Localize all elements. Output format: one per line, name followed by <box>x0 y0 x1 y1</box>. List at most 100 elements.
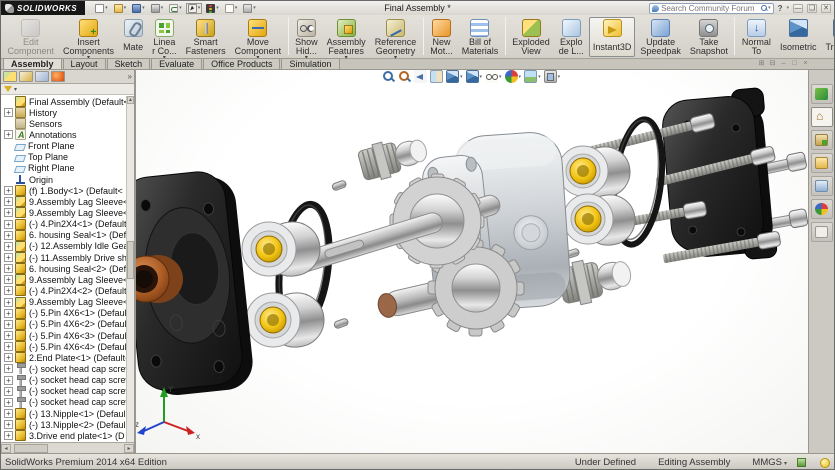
community-search[interactable]: ▾ <box>649 3 774 14</box>
home-button[interactable] <box>811 107 833 127</box>
dropdown-caret-icon[interactable]: ▾ <box>142 5 145 11</box>
help-caret-icon[interactable]: ▾ <box>786 5 789 11</box>
tree-horizontal-scrollbar[interactable]: ◂ ▸ <box>1 442 134 453</box>
move-component-button[interactable]: MoveComponent▾ <box>231 17 286 57</box>
tree-item[interactable]: +9.Assembly Lag Sleeve< <box>1 274 134 285</box>
tree-item[interactable]: +(-) 11.Assembly Drive sh <box>1 252 134 263</box>
minimize-window-button[interactable]: – <box>779 59 788 68</box>
dropdown-caret-icon[interactable]: ▾ <box>161 5 164 11</box>
tab-simulation[interactable]: Simulation <box>281 58 339 69</box>
dropdown-caret-icon[interactable]: ▾ <box>460 74 463 80</box>
tree-item[interactable]: Sensors <box>1 118 134 129</box>
dropdown-caret-icon[interactable]: ▾ <box>105 5 108 11</box>
normal-to-button[interactable]: NormalTo <box>738 17 775 57</box>
section-view-button[interactable] <box>430 70 443 83</box>
expand-icon[interactable]: + <box>4 264 13 273</box>
expand-icon[interactable]: + <box>4 242 13 251</box>
open-button[interactable]: ▾ <box>112 3 129 14</box>
expand-icon[interactable]: + <box>4 387 13 396</box>
restore-window-button[interactable]: □ <box>790 59 799 68</box>
propertymanager-tab[interactable] <box>19 71 33 82</box>
minimize-button[interactable]: — <box>793 4 803 13</box>
lag-sleeve-pair-rear[interactable] <box>558 144 638 249</box>
tree-item[interactable]: +Annotations <box>1 129 134 140</box>
expand-icon[interactable]: + <box>4 275 13 284</box>
zoom-previous-button[interactable] <box>414 70 427 83</box>
tree-item[interactable]: +6. housing Seal<2> (Def <box>1 263 134 274</box>
hide-show-items-button[interactable]: ▾ <box>485 70 502 83</box>
expand-icon[interactable]: + <box>4 320 13 329</box>
tree-item[interactable]: +2.End Plate<1> (Default- <box>1 352 134 363</box>
reference-geometry-button[interactable]: ReferenceGeometry▾ <box>371 17 421 57</box>
appearances-scenes-button[interactable] <box>811 199 833 219</box>
expand-icon[interactable]: + <box>4 309 13 318</box>
tree-item[interactable]: +(-) socket head cap screw <box>1 386 134 397</box>
tile-windows-button[interactable]: ⊟ <box>768 59 777 68</box>
configurationmanager-tab[interactable] <box>35 71 49 82</box>
dropdown-caret-icon[interactable]: ▾ <box>179 5 182 11</box>
lag-sleeve-pair-front[interactable] <box>242 218 327 350</box>
dropdown-caret-icon[interactable]: ▾ <box>198 5 201 11</box>
tab-layout[interactable]: Layout <box>63 58 106 69</box>
exploded-assembly-view[interactable]: Y x z <box>136 70 808 453</box>
view-palette-button[interactable] <box>811 176 833 196</box>
dropdown-caret-icon[interactable]: ▾ <box>519 74 522 80</box>
design-library-button[interactable] <box>811 130 833 150</box>
view-orientation-button[interactable]: ▾ <box>446 70 463 83</box>
dropdown-caret-icon[interactable]: ▾ <box>235 5 238 11</box>
expand-icon[interactable]: + <box>4 186 13 195</box>
file-explorer-button[interactable] <box>811 153 833 173</box>
tree-item[interactable]: +(-) 13.Nipple<2> (Defaul <box>1 419 134 430</box>
tree-item[interactable]: +(-) 13.Nipple<1> (Defaul <box>1 408 134 419</box>
displaymanager-tab[interactable] <box>51 71 65 82</box>
tree-item[interactable]: +6. housing Seal<1> (Def <box>1 230 134 241</box>
tree-item[interactable]: +(-) 5.Pin 4X6<2> (Defaul <box>1 319 134 330</box>
bill-of-materials-button[interactable]: Bill ofMaterials <box>458 17 503 57</box>
edit-appearance-button[interactable]: ▾ <box>505 70 522 83</box>
dropdown-caret-icon[interactable]: ▾ <box>538 74 541 80</box>
scroll-thumb[interactable] <box>14 444 48 453</box>
undo-button[interactable]: ▾ <box>167 3 184 14</box>
tree-item[interactable]: +(f) 1.Body<1> (Default< <box>1 185 134 196</box>
tree-item[interactable]: +9.Assembly Lag Sleeve< <box>1 207 134 218</box>
isometric-button[interactable]: Isometric <box>776 17 821 57</box>
assembly-features-button[interactable]: AssemblyFeatures▾ <box>323 17 370 57</box>
show-hidden-components-button[interactable]: ShowHid...▾ <box>291 17 322 57</box>
help-button[interactable]: ? <box>778 4 783 13</box>
expand-icon[interactable]: + <box>4 398 13 407</box>
dropdown-caret-icon[interactable]: ▾ <box>558 74 561 80</box>
tree-item[interactable]: Right Plane <box>1 163 134 174</box>
trimetric-button[interactable]: Trimetric <box>821 17 835 57</box>
update-speedpak-button[interactable]: UpdateSpeedpak <box>636 17 685 57</box>
expand-icon[interactable]: + <box>4 298 13 307</box>
mate-button[interactable]: Mate <box>119 17 147 57</box>
tree-item[interactable]: +(-) 5.Pin 4X6<4> (Defaul <box>1 341 134 352</box>
scroll-left-icon[interactable]: ◂ <box>1 444 11 453</box>
zoom-area-button[interactable] <box>398 70 411 83</box>
tree-item[interactable]: +History <box>1 107 134 118</box>
nipple-fitting-upper[interactable] <box>357 131 431 183</box>
restore-button[interactable]: ❑ <box>807 4 817 13</box>
tab-office-products[interactable]: Office Products <box>203 58 280 69</box>
dropdown-caret-icon[interactable]: ▾ <box>499 74 502 80</box>
expand-icon[interactable]: + <box>4 331 13 340</box>
expand-icon[interactable]: + <box>4 409 13 418</box>
units-caret-icon[interactable]: ▾ <box>784 461 787 467</box>
expand-icon[interactable]: + <box>4 420 13 429</box>
dropdown-caret-icon[interactable]: ▾ <box>124 5 127 11</box>
featuremanager-tree-tab[interactable] <box>3 71 17 82</box>
tree-item[interactable]: +(-) 4.Pin2X4<2> (Default <box>1 285 134 296</box>
exploded-view-button[interactable]: ExplodedView <box>508 17 554 57</box>
custom-properties-button[interactable] <box>811 222 833 242</box>
units-selector[interactable]: MMGS▾ <box>752 457 787 468</box>
cascade-windows-button[interactable]: ⊞ <box>757 59 766 68</box>
tree-item[interactable]: Origin <box>1 174 134 185</box>
tree-filter-bar[interactable]: ▾ <box>1 84 134 95</box>
status-sheet-icon[interactable] <box>797 458 806 467</box>
close-window-button[interactable]: × <box>801 59 810 68</box>
tree-item[interactable]: +(-) 5.Pin 4X6<1> (Defaul <box>1 308 134 319</box>
explode-line-sketch-button[interactable]: Explode L... <box>555 17 588 57</box>
search-input[interactable] <box>661 4 761 13</box>
save-button[interactable]: ▾ <box>130 3 147 14</box>
linear-component-pattern-button[interactable]: Linear Co...▾ <box>148 17 181 57</box>
